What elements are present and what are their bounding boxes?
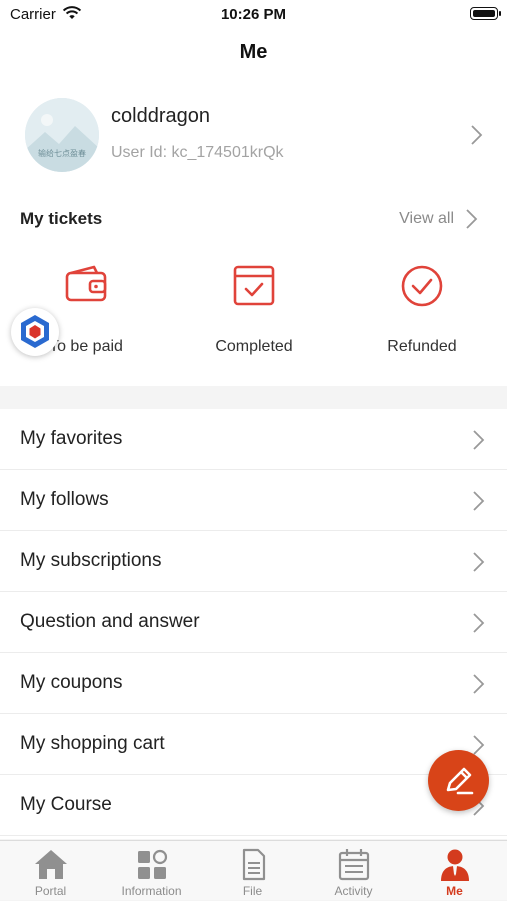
ticket-label: Completed <box>215 338 293 355</box>
chevron-right-icon <box>473 430 485 450</box>
ticket-refunded[interactable]: Refunded <box>342 264 502 364</box>
menu-item-subscriptions[interactable]: My subscriptions <box>0 531 507 592</box>
calendar-icon <box>338 849 370 881</box>
profile-card: 输给七点盈春 colddragon User Id: kc_174501krQk… <box>0 74 507 386</box>
avatar-image <box>25 98 99 172</box>
pencil-icon <box>446 767 474 795</box>
grid-icon <box>138 849 168 879</box>
chevron-right-icon <box>466 209 478 229</box>
menu-item-label: My favorites <box>20 428 123 449</box>
avatar[interactable]: 输给七点盈春 <box>25 98 99 172</box>
tab-label: File <box>242 884 263 898</box>
menu-item-label: My shopping cart <box>20 733 165 754</box>
menu-item-label: My subscriptions <box>20 550 162 571</box>
username: colddragon <box>111 105 210 127</box>
ticket-completed[interactable]: Completed <box>174 264 334 364</box>
tab-information[interactable]: Information <box>101 841 202 901</box>
tab-file[interactable]: File <box>202 841 303 901</box>
page-title: Me <box>239 41 268 63</box>
chevron-right-icon <box>473 613 485 633</box>
menu-item-question-and-answer[interactable]: Question and answer <box>0 592 507 653</box>
avatar-caption: 输给七点盈春 <box>38 149 86 158</box>
menu-item-label: My coupons <box>20 672 123 693</box>
calendar-check-icon <box>233 265 275 306</box>
battery-icon <box>470 7 501 20</box>
menu-item-label: Question and answer <box>20 611 200 632</box>
tab-portal[interactable]: Portal <box>0 841 101 901</box>
chevron-right-icon <box>473 491 485 511</box>
chevron-right-icon <box>473 552 485 572</box>
document-icon <box>242 848 266 881</box>
nav-bar: Me <box>0 30 507 74</box>
person-icon <box>441 849 469 881</box>
tickets-title: My tickets <box>20 209 103 228</box>
tab-bar: Portal Information File Activity Me <box>0 840 507 900</box>
tab-label: Me <box>446 884 463 898</box>
hexagon-logo-icon <box>21 315 49 348</box>
menu-item-label: My Course <box>20 794 112 815</box>
ticket-label: Refunded <box>387 338 457 355</box>
edit-fab-button[interactable] <box>428 750 489 811</box>
check-circle-icon <box>401 265 443 307</box>
menu-item-label: My follows <box>20 489 109 510</box>
tab-activity[interactable]: Activity <box>303 841 404 901</box>
menu-item-follows[interactable]: My follows <box>0 470 507 531</box>
view-all-label: View all <box>399 210 454 227</box>
tab-label: Information <box>121 884 182 898</box>
tab-me[interactable]: Me <box>404 841 505 901</box>
tab-label: Activity <box>334 884 373 898</box>
chevron-right-icon <box>473 674 485 694</box>
view-all-tickets-link[interactable]: View all <box>350 199 500 239</box>
wallet-icon <box>65 265 107 302</box>
menu-item-favorites[interactable]: My favorites <box>0 409 507 470</box>
profile-chevron-right-icon[interactable] <box>469 124 483 146</box>
floating-assistant-button[interactable] <box>11 308 59 356</box>
user-id: User Id: kc_174501krQk <box>111 144 284 161</box>
tab-label: Portal <box>34 884 67 898</box>
status-time: 10:26 PM <box>220 6 287 23</box>
menu-item-coupons[interactable]: My coupons <box>0 653 507 714</box>
status-bar: Carrier 10:26 PM <box>0 0 507 30</box>
home-icon <box>35 850 67 879</box>
